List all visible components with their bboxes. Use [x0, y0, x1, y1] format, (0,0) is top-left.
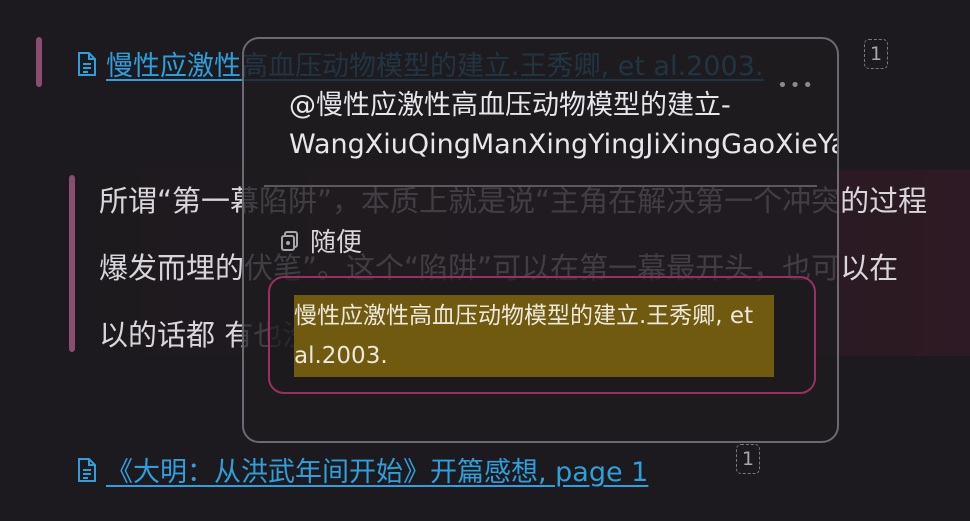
bottom-ref-count-badge[interactable]: 1 — [736, 444, 760, 474]
note-page: 慢性应激性高血压动物模型的建立.王秀卿, et al.2003. 1 所谓“第一… — [0, 0, 970, 521]
document-icon — [78, 457, 96, 482]
bottom-reference-link-row[interactable]: 《大明：从洪武年间开始》开篇感想, page 1 — [76, 450, 648, 489]
bottom-reference-link[interactable]: 《大明：从洪武年间开始》开篇感想, page 1 — [106, 450, 648, 489]
popup-title-line-2: WangXiuQingManXingYingJiXingGaoXieYaDong… — [289, 129, 837, 160]
tag-icon — [281, 230, 298, 251]
popup-divider — [264, 185, 817, 187]
reference-hover-popup: ••• @慢性应激性高血压动物模型的建立- WangXiuQingManXing… — [242, 37, 839, 443]
block-indicator-bar — [36, 37, 42, 87]
more-icon[interactable]: ••• — [777, 75, 815, 96]
popup-title-line-1: @慢性应激性高血压动物模型的建立- — [289, 90, 731, 121]
highlight-text: 慢性应激性高血压动物模型的建立.王秀卿, et al.2003. — [294, 303, 754, 369]
popup-tag-label: 随便 — [310, 228, 363, 258]
document-icon — [78, 51, 96, 76]
popup-tag-row[interactable]: 随便 — [280, 222, 362, 259]
quote-indicator-bar — [69, 175, 75, 352]
top-ref-count-badge[interactable]: 1 — [864, 39, 888, 69]
highlight-card[interactable]: 慢性应激性高血压动物模型的建立.王秀卿, et al.2003. — [268, 276, 816, 394]
